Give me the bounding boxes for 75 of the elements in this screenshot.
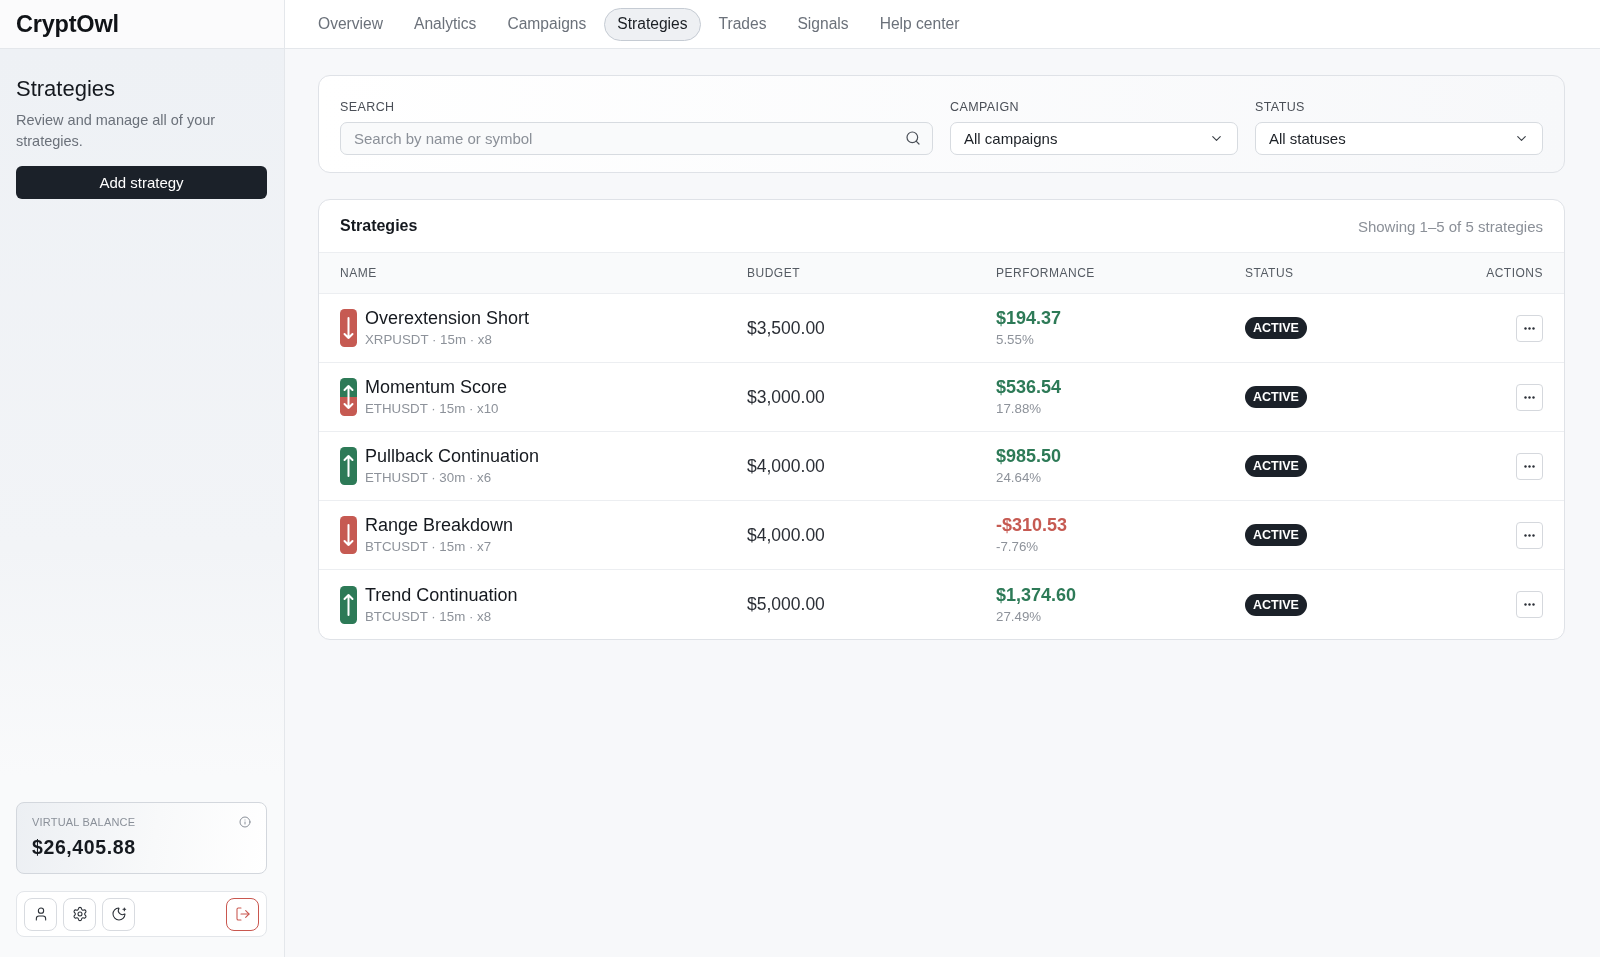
nav-tab[interactable]: Help center — [866, 7, 973, 41]
strategy-details: BTCUSDT · 15m · x7 — [365, 538, 493, 556]
budget-value: $3,500.00 — [747, 317, 826, 339]
profit-percent: 27.49% — [996, 607, 1043, 626]
ellipsis-icon — [1524, 603, 1535, 606]
more-actions-button[interactable] — [1516, 591, 1543, 618]
profile-button[interactable] — [24, 897, 57, 931]
strategy-name: Trend Continuation — [365, 583, 518, 606]
add-strategy-button[interactable]: Add strategy — [16, 166, 267, 199]
strategy-name: Pullback Continuation — [365, 445, 540, 467]
theme-button[interactable] — [102, 897, 135, 931]
campaign-select[interactable]: All campaigns — [950, 122, 1238, 155]
more-actions-button[interactable] — [1516, 383, 1543, 411]
status-select[interactable]: All statuses — [1255, 122, 1543, 155]
budget-value: $4,000.00 — [747, 455, 826, 477]
field-label: STATUS — [1255, 100, 1306, 114]
more-actions-button[interactable] — [1516, 521, 1543, 549]
settings-button[interactable] — [63, 897, 96, 931]
ellipsis-icon — [1524, 395, 1535, 399]
nav-tab[interactable]: Campaigns — [494, 7, 600, 41]
status-badge: ACTIVE — [1245, 593, 1307, 616]
status-badge: ACTIVE — [1245, 386, 1307, 408]
more-actions-button[interactable] — [1516, 314, 1543, 342]
nav-tab[interactable]: Trades — [705, 7, 780, 41]
column-header: STATUS — [1245, 266, 1295, 280]
profit-value: $194.37 — [996, 307, 1063, 329]
logout-icon — [234, 906, 251, 922]
profit-percent: -7.76% — [996, 538, 1040, 556]
profit-value: -$310.53 — [996, 514, 1069, 536]
budget-value: $3,000.00 — [747, 386, 826, 408]
page-description: Review and manage all of your strategies. — [16, 111, 217, 151]
logo: CryptOwl — [16, 10, 119, 38]
moon-icon — [110, 906, 127, 922]
status-badge: ACTIVE — [1245, 524, 1307, 546]
nav-tab[interactable]: Strategies — [604, 7, 701, 41]
logout-button[interactable] — [226, 897, 259, 931]
field-label: SEARCH — [340, 100, 396, 114]
info-icon — [239, 816, 251, 828]
field-label: CAMPAIGN — [950, 100, 1020, 114]
profit-percent: 24.64% — [996, 469, 1043, 487]
search-icon — [905, 130, 921, 146]
budget-value: $5,000.00 — [747, 594, 826, 615]
more-actions-button[interactable] — [1516, 452, 1543, 480]
balance-value: $26,405.88 — [32, 836, 137, 859]
nav-tab[interactable]: Analytics — [401, 7, 490, 41]
column-header: ACTIONS — [1486, 266, 1543, 280]
table-title: Strategies — [340, 217, 418, 235]
strategy-name: Momentum Score — [365, 376, 508, 398]
results-summary: Showing 1–5 of 5 strategies — [1357, 217, 1543, 235]
balance-label: VIRTUAL BALANCE — [32, 816, 136, 828]
nav-tab[interactable]: Signals — [784, 7, 862, 41]
search-field[interactable]: Search by name or symbol — [340, 122, 933, 155]
settings-icon — [71, 906, 88, 922]
column-header: NAME — [340, 266, 378, 280]
column-header: BUDGET — [747, 266, 801, 280]
budget-value: $4,000.00 — [747, 524, 826, 546]
strategy-details: XRPUSDT · 15m · x8 — [365, 331, 493, 349]
strategy-details: BTCUSDT · 15m · x8 — [365, 607, 493, 626]
ellipsis-icon — [1524, 326, 1535, 330]
strategy-details: ETHUSDT · 15m · x10 — [365, 400, 500, 418]
status-badge: ACTIVE — [1245, 455, 1307, 477]
profit-value: $985.50 — [996, 445, 1063, 467]
column-header: PERFORMANCE — [996, 266, 1096, 280]
profit-value: $536.54 — [996, 376, 1063, 398]
profit-percent: 5.55% — [996, 331, 1035, 349]
ellipsis-icon — [1524, 464, 1535, 468]
strategy-name: Range Breakdown — [365, 514, 514, 536]
profit-value: $1,374.60 — [996, 583, 1078, 606]
page-title: Strategies — [16, 75, 117, 103]
nav-tab[interactable]: Overview — [305, 7, 396, 41]
status-badge: ACTIVE — [1245, 317, 1307, 339]
strategy-name: Overextension Short — [365, 307, 530, 329]
ellipsis-icon — [1524, 533, 1535, 537]
strategy-details: ETHUSDT · 30m · x6 — [365, 469, 493, 487]
profit-percent: 17.88% — [996, 400, 1043, 418]
